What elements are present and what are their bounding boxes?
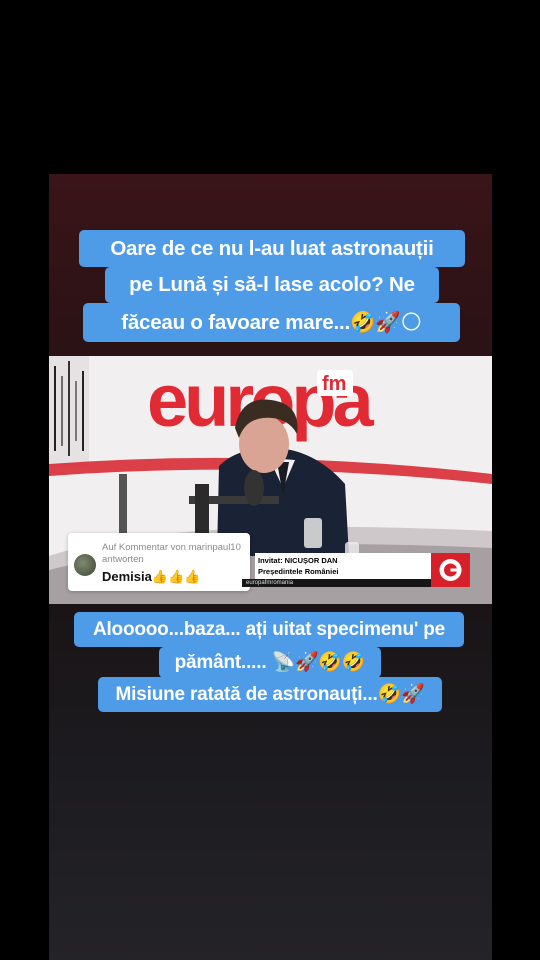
- tiktok-video-screen: europa fm Oare de ce nu l-au luat astron: [0, 0, 540, 960]
- caption-bottom-line-2: pământ..... 📡🚀🤣🤣: [159, 647, 381, 678]
- caption-top-line-2: pe Lună și să-l lase acolo? Ne: [105, 267, 439, 303]
- caption-bottom-line-1: Alooooo...baza... ați uitat specimenu' p…: [74, 612, 464, 647]
- guest-title: Președintele României: [258, 567, 339, 576]
- reply-comment-card[interactable]: Auf Kommentar von marinpaul10 antworten …: [68, 533, 250, 591]
- reply-header: Auf Kommentar von marinpaul10 antworten: [102, 542, 241, 565]
- reply-comment-text: Demisia👍👍👍: [102, 569, 201, 584]
- channel-handle: europafmromania: [246, 580, 294, 586]
- guest-lower-third: Invitat: NICUȘOR DAN Președintele Români…: [255, 553, 431, 579]
- europa-fm-corner-logo: [431, 553, 470, 587]
- caption-top-line-1: Oare de ce nu l-au luat astronauții: [79, 230, 465, 267]
- handle-bar: europafmromania: [242, 579, 431, 587]
- fm-badge: fm: [322, 373, 346, 395]
- caption-top-line-3: făceau o favoare mare...🤣🚀🌕: [83, 303, 460, 342]
- e-logo-icon: [439, 559, 462, 581]
- caption-bottom-line-3: Misiune ratată de astronauți...🤣🚀: [98, 677, 442, 712]
- avatar[interactable]: [74, 554, 96, 576]
- guest-name: Invitat: NICUȘOR DAN: [258, 556, 338, 565]
